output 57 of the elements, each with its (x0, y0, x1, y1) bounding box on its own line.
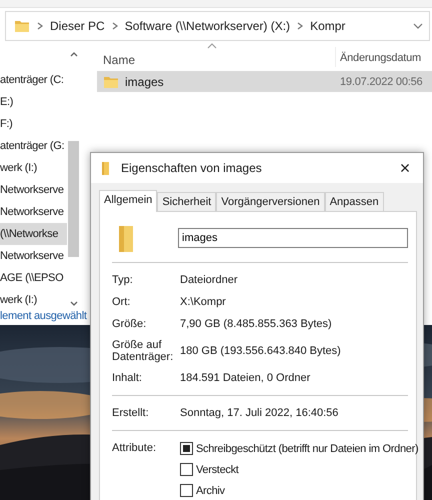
checkbox[interactable] (180, 463, 193, 476)
property-label: Erstellt: (112, 407, 150, 419)
nav-item[interactable]: Networkserve (0, 201, 67, 223)
dropdown-icon (413, 22, 423, 30)
checkbox[interactable] (180, 484, 193, 497)
checkbox-label[interactable]: Versteckt (196, 464, 239, 476)
nav-item[interactable]: Networkserve (0, 245, 67, 267)
property-label: Größe auf Datenträger: (112, 339, 174, 363)
property-label: Attribute: (112, 442, 158, 456)
tab[interactable]: Sicherheit (157, 192, 216, 211)
scroll-up-icon (70, 51, 78, 57)
file-row[interactable]: images 19.07.2022 00:56 (97, 71, 432, 92)
checkbox[interactable] (180, 442, 193, 455)
property-value: 180 GB (193.556.643.840 Bytes) (180, 345, 341, 357)
nav-item[interactable]: Networkserve (0, 179, 67, 201)
property-value: Sonntag, 17. Juli 2022, 16:40:56 (180, 407, 338, 419)
property-value: 7,90 GB (8.485.855.363 Bytes) (180, 318, 332, 330)
nav-item[interactable]: werk (I:) (0, 157, 67, 179)
chevron-icon (110, 21, 119, 31)
property-label: Größe: (112, 318, 148, 330)
property-value: X:\Kompr (180, 296, 226, 308)
tab[interactable]: Allgemein (99, 190, 158, 212)
checkbox-label[interactable]: Archiv (196, 484, 225, 496)
nav-item[interactable]: atenträger (C: (0, 69, 67, 91)
chevron-icon (296, 21, 304, 31)
close-button[interactable]: × (391, 155, 419, 181)
file-date: 19.07.2022 00:56 (339, 76, 424, 88)
nav-item[interactable]: E:) (0, 91, 67, 113)
nav-item[interactable]: (\\Networkse (0, 223, 67, 245)
property-label: Typ: (112, 274, 134, 286)
nav-item[interactable]: atenträger (G: (0, 135, 67, 157)
nav-item[interactable]: AGE (\\EPSO (0, 267, 67, 289)
property-label: Inhalt: (112, 372, 143, 384)
scrollbar-thumb[interactable] (68, 141, 79, 257)
sort-icon (207, 43, 217, 49)
chevron-icon (36, 21, 44, 31)
breadcrumb[interactable]: Kompr (310, 19, 346, 33)
breadcrumb[interactable]: Software (\\Networkserver) (X:) (124, 19, 290, 33)
address-bar[interactable]: Dieser PC Software (\\Networkserver) (X:) Kompr (5, 11, 430, 41)
file-name: images (125, 74, 164, 88)
window-title: Eigenschaften von images (121, 161, 263, 175)
column-header[interactable]: Änderungsdatum (335, 47, 432, 67)
scroll-down-icon (70, 301, 78, 307)
folder-icon (101, 160, 111, 176)
property-value: 184.591 Dateien, 0 Ordner (180, 372, 310, 384)
property-value: Dateiordner (180, 274, 238, 286)
tab[interactable]: Anpassen (324, 192, 384, 211)
nav-item[interactable]: F:) (0, 113, 67, 135)
name-field[interactable]: images (178, 228, 408, 248)
tab[interactable]: Vorgängerversionen (216, 192, 325, 211)
checkbox-label[interactable]: Schreibgeschützt (betrifft nur Dateien im Ordner) (196, 442, 418, 454)
property-label: Ort: (112, 296, 132, 308)
nav-item[interactable]: werk (I:) (0, 289, 67, 309)
folder-icon (14, 18, 30, 34)
breadcrumb[interactable]: Dieser PC (50, 19, 105, 33)
status-text: lement ausgewählt (0, 309, 87, 324)
column-header[interactable]: Name (103, 53, 136, 67)
